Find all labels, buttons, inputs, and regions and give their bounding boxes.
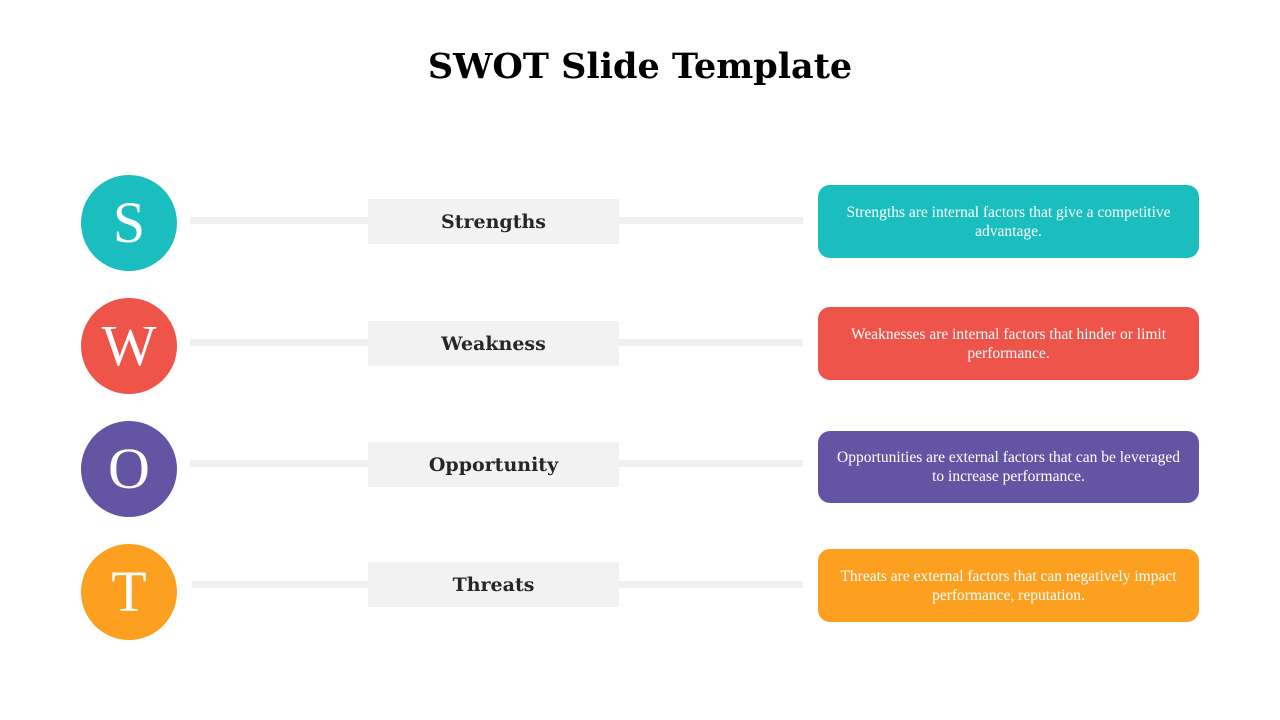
letter-circle-o: O: [81, 421, 177, 517]
letter-circle-s: S: [81, 175, 177, 271]
slide-title: SWOT Slide Template: [427, 46, 853, 87]
description-strengths: Strengths are internal factors that give…: [818, 185, 1199, 258]
swot-row-strengths: S Strengths Strengths are internal facto…: [0, 173, 1280, 273]
description-threats: Threats are external factors that can ne…: [818, 549, 1199, 622]
letter-circle-t: T: [81, 544, 177, 640]
swot-row-threats: T Threats Threats are external factors t…: [0, 540, 1280, 640]
label-threats: Threats: [368, 562, 619, 607]
description-opportunity: Opportunities are external factors that …: [818, 431, 1199, 503]
label-strengths: Strengths: [368, 199, 619, 244]
swot-row-opportunity: O Opportunity Opportunities are external…: [0, 418, 1280, 518]
description-weakness: Weaknesses are internal factors that hin…: [818, 307, 1199, 380]
label-opportunity: Opportunity: [368, 442, 619, 487]
label-weakness: Weakness: [368, 321, 619, 366]
letter-circle-w: W: [81, 298, 177, 394]
swot-row-weakness: W Weakness Weaknesses are internal facto…: [0, 295, 1280, 395]
